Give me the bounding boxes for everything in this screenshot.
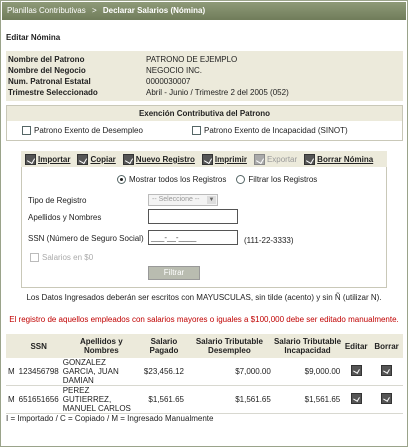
tipo-registro-select[interactable]: -- Seleccione -- ▼ (148, 194, 218, 206)
row-ssn: 123456798 (16, 358, 61, 386)
info-value: Abril - Junio / Trimestre 2 del 2005 (05… (146, 88, 289, 97)
exento-incapacidad-option[interactable]: Patrono Exento de Incapacidad (SINOT) (192, 126, 348, 135)
uppercase-note: Los Datos Ingresados deberán ser escrito… (26, 293, 382, 302)
page-title: Editar Nómina (6, 33, 61, 42)
employer-info: Nombre del Patrono PATRONO DE EJEMPLO No… (6, 51, 403, 101)
tipo-registro-label: Tipo de Registro (28, 196, 87, 205)
salarios-cero-label: Salarios en $0 (42, 253, 94, 262)
importar-label: Importar (38, 154, 71, 164)
exemption-panel: Exención Contributiva del Patrono Patron… (6, 105, 403, 141)
filter-panel: Mostrar todos los Registros Filtrar los … (21, 167, 387, 288)
info-label: Num. Patronal Estatal (8, 77, 91, 86)
col-desempleo-header[interactable]: Salario Tributable Desempleo (185, 334, 273, 358)
col-editar-header: Editar (342, 334, 371, 358)
imprimir-label: Imprimir (214, 154, 247, 164)
delete-icon[interactable] (381, 365, 393, 376)
filter-radio-label: Filtrar los Registros (248, 175, 318, 184)
edit-icon[interactable] (350, 393, 362, 404)
trash-icon (304, 153, 316, 165)
row-desempleo: $1,561.65 (185, 385, 273, 414)
col-nombre-header[interactable]: Apellidos y Nombres (60, 334, 142, 358)
info-row-num-patronal: Num. Patronal Estatal 0000030007 (6, 76, 403, 87)
exento-desempleo-option[interactable]: Patrono Exento de Desempleo (22, 126, 143, 135)
breadcrumb: Planillas Contributivas > Declarar Salar… (2, 2, 406, 20)
exportar-button[interactable]: Exportar (253, 153, 298, 165)
info-row-trimestre: Trimestre Seleccionado Abril - Junio / T… (6, 87, 403, 98)
copiar-label: Copiar (90, 154, 116, 164)
breadcrumb-link-planillas[interactable]: Planillas Contributivas (7, 6, 86, 15)
col-incapacidad-header[interactable]: Salario Tributable Incapacidad (272, 334, 343, 358)
copy-icon (77, 153, 89, 165)
col-salario-header[interactable]: Salario Pagado (141, 334, 186, 358)
col-ssn-header[interactable]: SSN (16, 334, 61, 358)
row-salario: $23,456.12 (141, 358, 186, 386)
ssn-format-hint: (111-22-3333) (244, 236, 294, 245)
salary-warning: El registro de aquellos empleados con sa… (9, 315, 399, 324)
show-all-radio[interactable] (117, 175, 126, 184)
exento-incapacidad-checkbox[interactable] (192, 126, 201, 135)
row-incapacidad: $9,000.00 (272, 358, 343, 386)
info-row-patrono: Nombre del Patrono PATRONO DE EJEMPLO (6, 54, 403, 65)
row-incapacidad: $1,561.65 (272, 385, 343, 414)
nuevo-registro-label: Nuevo Registro (135, 154, 195, 164)
row-tipo: M (6, 358, 17, 386)
exento-incapacidad-label: Patrono Exento de Incapacidad (SINOT) (204, 126, 348, 135)
exento-desempleo-label: Patrono Exento de Desempleo (34, 126, 143, 135)
info-value: NEGOCIO INC. (146, 66, 203, 75)
row-desempleo: $7,000.00 (185, 358, 273, 386)
row-tipo: M (6, 385, 17, 414)
salarios-cero-option[interactable]: Salarios en $0 (30, 253, 93, 262)
payroll-table: SSN Apellidos y Nombres Salario Pagado S… (6, 334, 403, 414)
import-icon (25, 153, 36, 165)
nuevo-registro-button[interactable]: Nuevo Registro (122, 153, 195, 165)
row-salario: $1,561.65 (141, 385, 186, 414)
importar-button[interactable]: Importar (25, 153, 71, 165)
table-row: M 123456798 GONZALEZ GARCIA, JUAN DAMIAN… (6, 358, 403, 386)
filtrar-button[interactable]: Filtrar (148, 266, 200, 280)
actions-toolbar: Importar Copiar Nuevo Registro Imprimir … (21, 151, 387, 167)
print-icon (201, 153, 213, 165)
borrar-nomina-label: Borrar Nómina (317, 154, 374, 164)
row-ssn: 651651656 (16, 385, 61, 414)
chevron-down-icon: ▼ (207, 196, 216, 204)
delete-icon[interactable] (381, 393, 393, 404)
edit-icon[interactable] (350, 365, 362, 376)
new-record-icon (122, 153, 134, 165)
row-nombre: GONZALEZ GARCIA, JUAN DAMIAN (60, 358, 142, 386)
info-value: PATRONO DE EJEMPLO (146, 55, 238, 64)
table-row: M 651651656 PEREZ GUTIERREZ, MANUEL CARL… (6, 385, 403, 414)
filter-radio[interactable] (236, 175, 246, 184)
info-label: Nombre del Negocio (8, 66, 86, 75)
col-tipo-header (6, 334, 17, 358)
export-icon (253, 153, 265, 165)
row-nombre: PEREZ GUTIERREZ, MANUEL CARLOS (60, 385, 142, 414)
exento-desempleo-checkbox[interactable] (22, 126, 31, 135)
nombre-label: Apellidos y Nombres (28, 213, 102, 222)
info-value: 0000030007 (146, 77, 191, 86)
filter-mode-group: Mostrar todos los Registros Filtrar los … (117, 175, 317, 184)
col-borrar-header: Borrar (370, 334, 403, 358)
exportar-label: Exportar (266, 154, 298, 164)
imprimir-button[interactable]: Imprimir (201, 153, 247, 165)
exemption-panel-title: Exención Contributiva del Patrono (7, 106, 402, 121)
record-type-legend: I = Importado / C = Copiado / M = Ingres… (6, 414, 214, 423)
info-label: Nombre del Patrono (8, 55, 85, 64)
ssn-input[interactable]: ___-__-____ (148, 230, 238, 245)
show-all-label: Mostrar todos los Registros (129, 175, 227, 184)
tipo-registro-value: -- Seleccione -- (152, 196, 200, 203)
breadcrumb-separator: > (91, 6, 97, 15)
info-label: Trimestre Seleccionado (8, 88, 98, 97)
borrar-nomina-button[interactable]: Borrar Nómina (304, 153, 374, 165)
ssn-label: SSN (Número de Seguro Social) (28, 234, 144, 243)
salarios-cero-checkbox[interactable] (30, 253, 39, 262)
copiar-button[interactable]: Copiar (77, 153, 116, 165)
breadcrumb-current: Declarar Salarios (Nómina) (102, 6, 206, 15)
nombre-input[interactable] (148, 209, 238, 224)
main-frame: Planillas Contributivas > Declarar Salar… (0, 0, 408, 447)
info-row-negocio: Nombre del Negocio NEGOCIO INC. (6, 65, 403, 76)
table-header-row: SSN Apellidos y Nombres Salario Pagado S… (6, 334, 403, 358)
